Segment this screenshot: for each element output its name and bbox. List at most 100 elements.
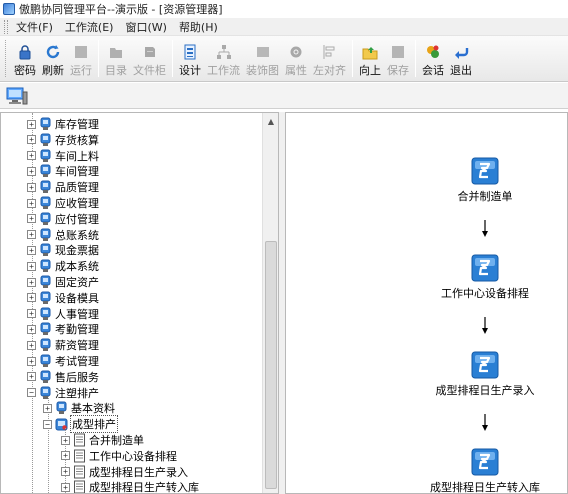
tree-item-module[interactable]: + 库存管理 [27,116,99,132]
scroll-thumb[interactable] [265,241,277,489]
module-icon [40,386,51,399]
menu-workflow[interactable]: 工作流(E) [59,19,120,35]
module-icon [40,149,51,162]
align-left-button[interactable]: 左对齐 [310,36,349,81]
up-button[interactable]: 向上 [356,36,384,81]
expand-icon[interactable]: + [61,467,70,477]
tree-item-submodule[interactable]: − 成型排产 [43,415,118,434]
tree-item-module[interactable]: + 设备模具 [27,290,99,306]
menu-window[interactable]: 窗口(W) [119,19,172,35]
module-icon [40,338,51,352]
menu-help[interactable]: 帮助(H) [173,19,224,35]
file-cabinet-button[interactable]: 文件柜 [130,36,169,81]
expand-icon[interactable]: + [27,119,36,129]
directory-button[interactable]: 目录 [102,36,130,81]
exit-button[interactable]: 退出 [447,36,475,81]
tree-item-submodule[interactable]: + 基本资料 [43,400,115,416]
document-icon [74,433,85,447]
up-label: 向上 [359,64,381,77]
workflow-button[interactable]: 工作流 [204,36,243,81]
decoration-label: 装饰图 [246,64,279,77]
tree-item-module[interactable]: + 车间上料 [27,148,99,164]
decoration-button[interactable]: 装饰图 [243,36,282,81]
workflow-icon [215,43,233,61]
properties-button[interactable]: 属性 [282,36,310,81]
expand-icon[interactable]: + [61,482,70,492]
exit-label: 退出 [450,64,472,77]
tree-item-module[interactable]: + 固定资产 [27,274,99,290]
expand-icon[interactable]: + [27,198,36,208]
collapse-icon[interactable]: − [43,419,52,429]
nav-strip [0,83,568,109]
refresh-button[interactable]: 刷新 [39,36,67,81]
module-icon [40,370,51,383]
tree-item-document[interactable]: + 成型排程日生产录入 [61,464,188,480]
expand-icon[interactable]: + [27,293,36,303]
scroll-up-icon[interactable]: ▲ [263,113,278,129]
tree-item-document[interactable]: + 工作中心设备排程 [61,448,177,464]
tree-item-module[interactable]: + 存货核算 [27,132,99,148]
monitor-icon[interactable] [6,86,28,106]
tree-item-label: 应付管理 [55,212,99,226]
expand-icon[interactable]: + [27,356,36,366]
expand-icon[interactable]: + [27,324,36,334]
tree-item-module[interactable]: + 应付管理 [27,211,99,227]
tree-item-module[interactable]: + 考勤管理 [27,321,99,337]
flow-node-label: 合并制造单 [457,190,513,203]
expand-icon[interactable]: + [43,403,52,413]
module-icon [40,164,51,178]
design-button[interactable]: 设计 [176,36,204,81]
expand-icon[interactable]: + [27,277,36,287]
title-bar: 傲鹏协同管理平台--演示版 - [资源管理器] [0,0,568,18]
tree-item-module[interactable]: + 现金票据 [27,242,99,258]
tree-item-label: 合并制造单 [89,434,144,447]
expand-icon[interactable]: + [27,230,36,240]
flow-node[interactable]: 成型排程日生产转入库 [425,448,545,494]
run-button[interactable]: 运行 [67,36,95,81]
decoration-icon [254,43,272,61]
toolbar-separator [352,40,353,77]
tree-item-module[interactable]: + 品质管理 [27,179,99,195]
expand-icon[interactable]: + [27,135,36,145]
tree-item-module[interactable]: + 车间管理 [27,163,99,179]
tree-item-module[interactable]: + 售后服务 [27,369,99,385]
tree-scrollbar[interactable]: ▲ [262,113,278,493]
expand-icon[interactable]: + [27,372,36,382]
expand-icon[interactable]: + [61,451,70,461]
collapse-icon[interactable]: − [27,388,36,398]
module-icon [40,117,51,130]
chat-icon [424,43,442,61]
document-icon [74,465,85,479]
module-icon [40,291,51,304]
expand-icon[interactable]: + [61,435,70,445]
tree-item-module[interactable]: + 人事管理 [27,306,99,322]
save-button[interactable]: 保存 [384,36,412,81]
expand-icon[interactable]: + [27,182,36,192]
flow-node[interactable]: 合并制造单 [425,157,545,204]
expand-icon[interactable]: + [27,166,36,176]
expand-icon[interactable]: + [27,261,36,271]
tree-item-module[interactable]: + 考试管理 [27,353,99,369]
tree-item-module[interactable]: + 成本系统 [27,258,99,274]
expand-icon[interactable]: + [27,340,36,350]
expand-icon[interactable]: + [27,245,36,255]
tree-item-module[interactable]: + 薪资管理 [27,337,99,353]
tree-item-document[interactable]: + 合并制造单 [61,432,144,448]
tree-item-document[interactable]: + 成型排程日生产转入库 [61,479,199,493]
tree-item-label: 应收管理 [55,197,99,210]
flow-node-label: 成型排程日生产转入库 [430,481,540,494]
chat-button[interactable]: 会话 [419,36,447,81]
tree-item-label: 车间管理 [55,165,99,179]
password-button[interactable]: 密码 [11,36,39,81]
expand-icon[interactable]: + [27,151,36,161]
flow-node[interactable]: 成型排程日生产录入 [425,351,545,398]
tree-item-module[interactable]: + 总账系统 [27,227,99,243]
toolbar-grip [5,40,9,77]
menu-file[interactable]: 文件(F) [10,19,59,35]
tree-item-module[interactable]: − 注塑排产 [27,385,99,401]
expand-icon[interactable]: + [27,214,36,224]
tree-item-module[interactable]: + 应收管理 [27,195,99,211]
document-icon [74,449,85,463]
expand-icon[interactable]: + [27,309,36,319]
flow-node[interactable]: 工作中心设备排程 [425,254,545,301]
